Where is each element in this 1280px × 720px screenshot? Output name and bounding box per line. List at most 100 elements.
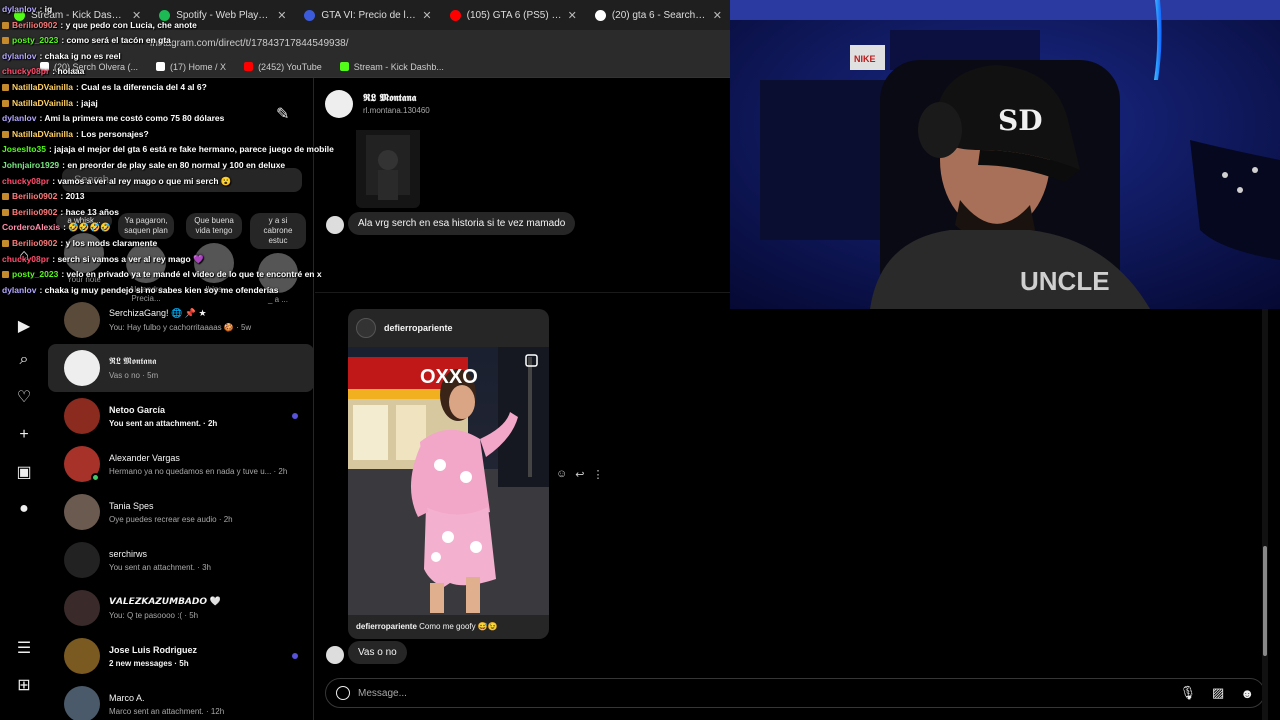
more-options-icon[interactable]: ⋮ — [592, 468, 603, 481]
conversation-avatar[interactable] — [64, 302, 100, 338]
tab-title[interactable]: (105) GTA 6 (PS5) 4K HDR C — [467, 10, 562, 21]
conversation-preview: You: Q te pasoooo :( · 5h — [109, 611, 199, 620]
message-avatar[interactable] — [326, 646, 344, 664]
conversation-name[interactable]: Marco A. — [109, 693, 299, 703]
conversation-name[interactable]: Tania Spes — [109, 501, 299, 511]
browser-tab[interactable]: (20) gta 6 - Search / X ✕ — [587, 2, 730, 28]
conversation-item[interactable]: SerchizaGang! 🌐 📌 ★ You: Hay fulbo y cach… — [48, 296, 314, 344]
conversation-name[interactable]: Alexander Vargas — [109, 453, 299, 463]
post-header[interactable]: defierropariente — [348, 309, 549, 347]
chat-username[interactable]: dylanlov — [2, 283, 36, 299]
chat-username[interactable]: dylanlov — [2, 111, 36, 127]
sticker-icon[interactable]: ☻ — [1240, 686, 1254, 701]
dashboard-icon[interactable]: ▣ — [14, 462, 34, 482]
reels-icon[interactable]: ▶ — [14, 316, 34, 336]
conversation-item[interactable]: Alexander Vargas Hermano ya no quedamos e… — [48, 440, 314, 488]
chat-username[interactable]: chucky08pr — [2, 64, 49, 80]
chat-username[interactable]: Johnjairo1929 — [2, 158, 59, 174]
chat-line: dylanlov: chaka ig no es reel — [2, 49, 322, 65]
heart-icon[interactable]: ♡ — [14, 387, 34, 407]
create-icon[interactable]: + — [14, 425, 34, 445]
chat-username[interactable]: Joseslto35 — [2, 142, 46, 158]
post-caption-user[interactable]: defierropariente — [356, 622, 417, 631]
microphone-icon[interactable]: 🎙 — [1180, 685, 1197, 701]
chat-username[interactable]: Berilio0902 — [12, 189, 57, 205]
shared-post[interactable]: defierropariente OXXO defierropariente C… — [348, 309, 549, 639]
previous-story-image[interactable] — [356, 130, 420, 208]
conversation-avatar[interactable] — [64, 638, 100, 674]
subscriber-badge-icon — [2, 209, 9, 217]
message-composer[interactable]: 🎙 ▨ ☻ — [325, 678, 1265, 708]
chat-line: chucky08pr: holaaa — [2, 64, 322, 80]
post-author-avatar[interactable] — [356, 318, 376, 338]
conversation-avatar[interactable] — [64, 398, 100, 434]
post-author[interactable]: defierropariente — [384, 323, 453, 333]
chat-username[interactable]: CorderoAlexis — [2, 220, 60, 236]
scrollbar-thumb[interactable] — [1263, 546, 1267, 656]
chat-username[interactable]: NatillaDVainilla — [12, 127, 73, 143]
browser-tab[interactable]: (105) GTA 6 (PS5) 4K HDR C ✕ — [442, 2, 585, 28]
conversation-avatar[interactable] — [64, 446, 100, 482]
conversation-name[interactable]: 𝙑𝘼𝙇𝙀𝙕𝙆𝘼𝙕𝙐𝙈𝘽𝘼𝘿𝙊 🤍 — [109, 596, 299, 607]
chat-username[interactable]: Berilio0902 — [12, 205, 57, 221]
image-icon[interactable]: ▨ — [1212, 685, 1224, 701]
reply-icon[interactable]: ↩ — [575, 468, 584, 481]
close-tab-icon[interactable]: ✕ — [713, 9, 722, 22]
conversation-avatar[interactable] — [64, 350, 100, 386]
profile-icon[interactable]: ● — [14, 499, 34, 519]
conversation-name[interactable]: Jose Luis Rodriguez — [109, 645, 299, 655]
menu-icon[interactable]: ☰ — [14, 638, 34, 658]
chat-header[interactable]: 𝕽𝕷 𝕸𝖔𝖓𝖙𝖆𝖓𝖆 rl.montana.130460 — [325, 90, 430, 118]
chat-message-text: : vamos a ver al rey mago o que mi serch… — [52, 175, 232, 186]
message-bubble[interactable]: Vas o no — [348, 641, 407, 664]
emoji-icon[interactable] — [336, 686, 350, 700]
conversation-item[interactable]: Netoo García You sent an attachment. · 2h — [48, 392, 314, 440]
chat-message-text: : serch si vamos a ver al rey mago 💜 — [52, 253, 204, 264]
chat-username[interactable]: chucky08pr — [2, 252, 49, 268]
chat-username[interactable]: posty_2023 — [12, 33, 58, 49]
conversation-avatar[interactable] — [64, 494, 100, 530]
chat-username[interactable]: NatillaDVainilla — [12, 96, 73, 112]
conversation-avatar[interactable] — [64, 542, 100, 578]
conversation-preview: Oye puedes recrear ese audio · 2h — [109, 514, 233, 524]
chat-message-text: : como será el tacón en gta — [61, 35, 171, 46]
conversation-name[interactable]: SerchizaGang! 🌐 📌 ★ — [109, 308, 299, 319]
close-tab-icon[interactable]: ✕ — [568, 9, 577, 22]
chat-username[interactable]: dylanlov — [2, 2, 36, 18]
chat-username[interactable]: posty_2023 — [12, 267, 58, 283]
tab-title[interactable]: GTA VI: Precio de lanzamien — [321, 10, 416, 21]
tab-title[interactable]: (20) gta 6 - Search / X — [612, 10, 707, 21]
chat-line: posty_2023: velo en privado ya te mandé … — [2, 267, 322, 283]
conversation-avatar[interactable] — [64, 590, 100, 626]
contact-avatar[interactable] — [325, 90, 353, 118]
conversation-avatar[interactable] — [64, 686, 100, 720]
conversation-item[interactable]: Marco A. Marco sent an attachment. · 12h — [48, 680, 314, 720]
chat-username[interactable]: dylanlov — [2, 49, 36, 65]
bookmark[interactable]: Stream - Kick Dashb... — [339, 62, 444, 72]
message-bubble[interactable]: Ala vrg serch en esa historia si te vez … — [348, 212, 576, 235]
conversation-name[interactable]: Netoo García — [109, 405, 299, 415]
chat-username[interactable]: NatillaDVainilla — [12, 80, 73, 96]
chat-line: Johnjairo1929: en preorder de play sale … — [2, 158, 322, 174]
chat-username[interactable]: Berilio0902 — [12, 236, 57, 252]
conversation-item[interactable]: 𝕽𝕷 𝕸𝖔𝖓𝖙𝖆𝖓𝖆 Vas o no · 5m — [48, 344, 314, 392]
conversation-preview: You sent an attachment. · 2h — [109, 418, 218, 428]
conversation-item[interactable]: Tania Spes Oye puedes recrear ese audio ·… — [48, 488, 314, 536]
scrollbar[interactable] — [1262, 309, 1268, 720]
conversation-item[interactable]: 𝙑𝘼𝙇𝙀𝙕𝙆𝘼𝙕𝙐𝙈𝘽𝘼𝘿𝙊 🤍 You: Q te pasoooo :( · 5… — [48, 584, 314, 632]
chat-username[interactable]: chucky08pr — [2, 174, 49, 190]
conversation-name[interactable]: serchirws — [109, 549, 299, 559]
react-emoji-icon[interactable]: ☺ — [556, 468, 567, 481]
contact-name[interactable]: 𝕽𝕷 𝕸𝖔𝖓𝖙𝖆𝖓𝖆 — [363, 93, 430, 104]
message-input[interactable] — [358, 687, 1164, 699]
conversation-item[interactable]: Jose Luis Rodriguez 2 new messages · 5h — [48, 632, 314, 680]
bookmark-label[interactable]: Stream - Kick Dashb... — [354, 62, 444, 72]
conversation-item[interactable]: serchirws You sent an attachment. · 3h — [48, 536, 314, 584]
close-tab-icon[interactable]: ✕ — [422, 9, 431, 22]
post-image[interactable]: OXXO — [348, 347, 549, 615]
message-avatar[interactable] — [326, 216, 344, 234]
chat-username[interactable]: Berilio0902 — [12, 18, 57, 34]
search-icon[interactable]: ⌕ — [14, 350, 34, 370]
apps-icon[interactable]: ⊞ — [14, 675, 34, 695]
conversation-name[interactable]: 𝕽𝕷 𝕸𝖔𝖓𝖙𝖆𝖓𝖆 — [109, 356, 299, 367]
